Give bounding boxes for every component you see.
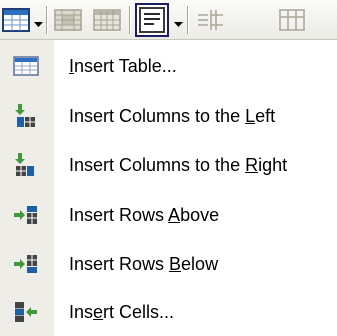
toolbar-separator — [46, 6, 47, 34]
insert-table-button[interactable] — [1, 5, 31, 35]
text-properties-icon — [139, 7, 165, 33]
table-properties-button[interactable] — [53, 7, 83, 33]
insert-table-menu: Insert Table... Insert Columns to the Le… — [0, 40, 337, 336]
menu-item-insert-cells[interactable]: Insert Cells... — [0, 288, 337, 336]
merge-cells-icon — [279, 9, 305, 31]
text-properties-button[interactable] — [135, 3, 169, 37]
mnemonic-key: L — [245, 106, 256, 126]
insert-columns-right-icon — [13, 152, 39, 178]
menu-item-insert-columns-left[interactable]: Insert Columns to the Left — [0, 92, 337, 140]
mnemonic-key: A — [168, 205, 181, 225]
insert-rows-below-icon — [13, 251, 39, 277]
mnemonic-key: e — [93, 302, 104, 322]
table-toolbar — [0, 0, 337, 40]
menu-item-label: Insert Rows Below — [69, 254, 219, 274]
mnemonic-key: B — [169, 254, 182, 274]
chevron-down-icon — [174, 22, 183, 27]
chevron-down-icon — [34, 22, 43, 27]
menu-item-insert-columns-right[interactable]: Insert Columns to the Right — [0, 141, 337, 189]
table-properties-icon — [54, 9, 82, 31]
insert-rows-above-icon — [13, 202, 39, 228]
menu-item-label: Insert Cells... — [69, 302, 175, 322]
menu-item-insert-rows-above[interactable]: Insert Rows Above — [0, 191, 337, 239]
toolbar-separator — [187, 6, 188, 34]
menu-item-label: Insert Columns to the Right — [69, 155, 288, 175]
insert-cells-icon — [13, 299, 39, 325]
split-cells-button[interactable] — [195, 7, 225, 33]
merge-cells-button[interactable] — [277, 7, 307, 33]
menu-item-label: Insert Columns to the Left — [69, 106, 276, 126]
cell-properties-button[interactable] — [92, 7, 122, 33]
toolbar-separator — [129, 6, 130, 34]
insert-columns-left-icon — [13, 103, 39, 129]
table-icon — [13, 53, 39, 79]
mnemonic-key: R — [245, 155, 259, 175]
insert-table-dropdown-arrow[interactable] — [34, 16, 43, 34]
menu-item-insert-rows-below[interactable]: Insert Rows Below — [0, 240, 337, 288]
split-cells-icon — [198, 10, 223, 30]
menu-item-label: Insert Rows Above — [69, 205, 220, 225]
menu-item-insert-table[interactable]: Insert Table... — [0, 42, 337, 90]
cell-properties-icon — [93, 9, 121, 31]
insert-table-icon — [2, 8, 30, 32]
text-properties-dropdown-arrow[interactable] — [174, 16, 183, 34]
menu-item-label: Insert Table... — [69, 56, 177, 76]
